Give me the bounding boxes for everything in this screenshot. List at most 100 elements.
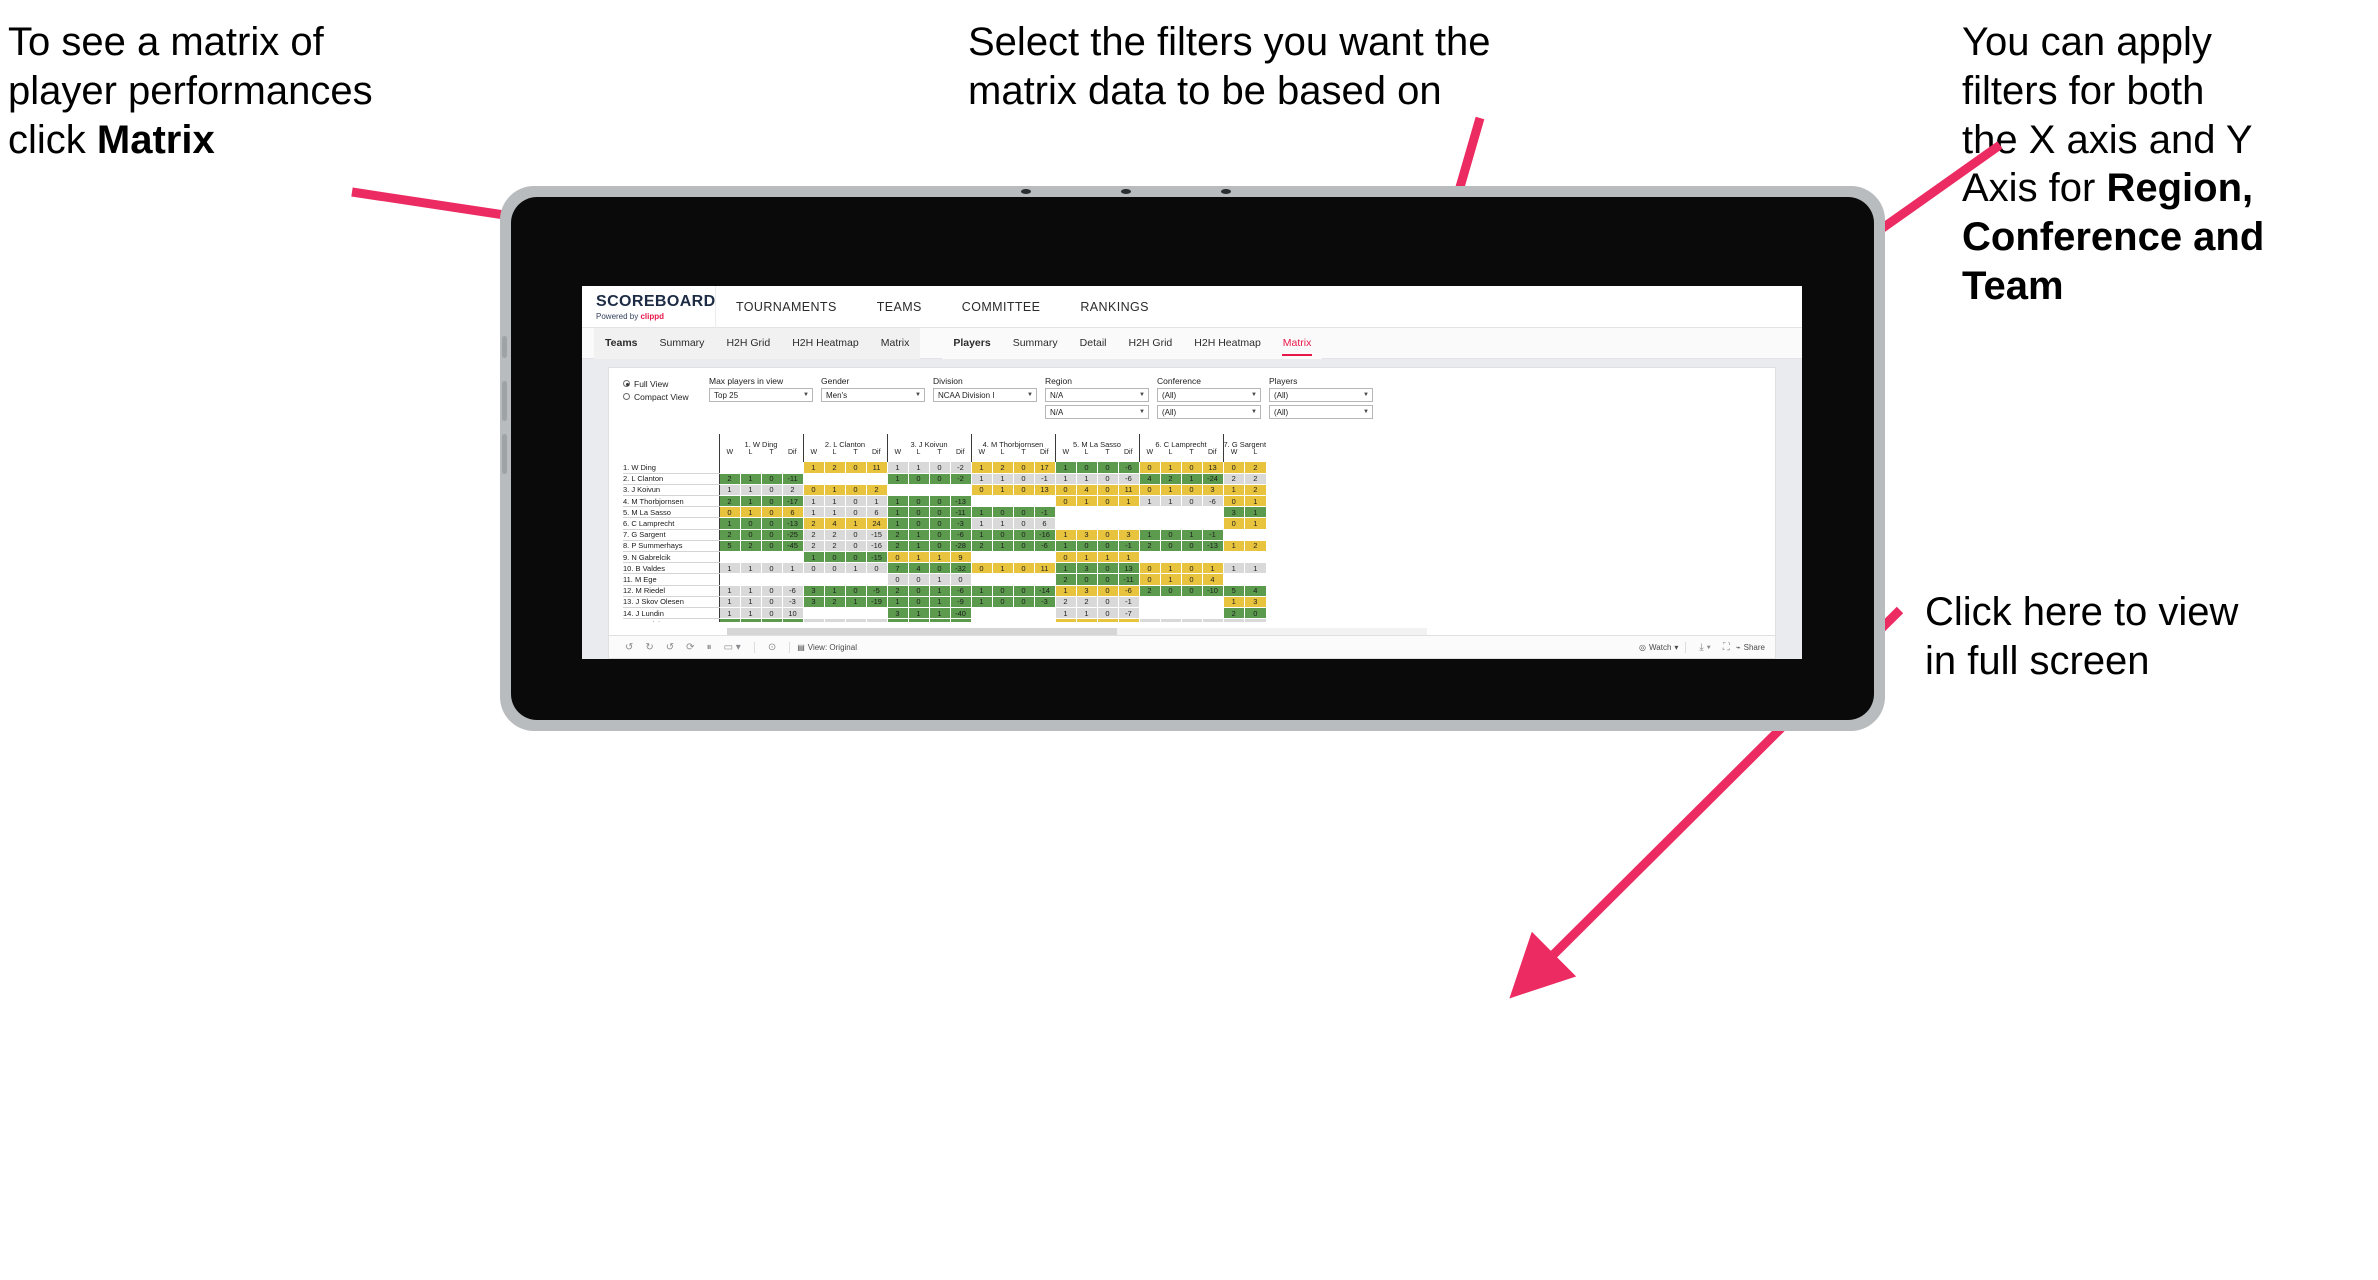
refresh-data-icon[interactable]: ⟳ — [680, 642, 700, 653]
matrix-cell[interactable]: 2 — [970, 540, 993, 553]
matrix-cell[interactable]: 0 — [1013, 517, 1035, 530]
matrix-cell[interactable]: 2 — [1076, 618, 1098, 622]
matrix-cell[interactable]: -13 — [950, 495, 972, 508]
matrix-cell[interactable] — [761, 551, 783, 564]
matrix-cell[interactable]: 6 — [782, 506, 804, 519]
matrix-cell[interactable] — [1160, 596, 1182, 608]
matrix-cell[interactable]: 4 — [824, 517, 846, 530]
undo-icon[interactable]: ↺ — [619, 642, 639, 653]
matrix-cell[interactable]: 24 — [866, 517, 888, 530]
matrix-cell[interactable]: -6 — [1202, 495, 1224, 508]
matrix-cell[interactable]: 0 — [1244, 607, 1267, 620]
subnav-players-detail[interactable]: Detail — [1069, 328, 1118, 359]
matrix-cell[interactable]: 0 — [761, 517, 783, 530]
matrix-cell[interactable] — [1013, 618, 1035, 622]
matrix-cell[interactable]: 1 — [1097, 551, 1119, 564]
matrix-cell[interactable]: -25 — [782, 529, 804, 541]
matrix-cell[interactable]: -2 — [950, 462, 972, 474]
matrix-cell[interactable] — [1034, 607, 1056, 620]
matrix-cell[interactable]: 3 — [1076, 529, 1098, 541]
matrix-cell[interactable]: 0 — [1181, 562, 1203, 575]
matrix-cell[interactable]: 0 — [761, 618, 783, 622]
matrix-cell[interactable]: 2 — [1244, 462, 1267, 474]
matrix-cell[interactable]: 0 — [1013, 462, 1035, 474]
matrix-cell[interactable]: 2 — [866, 484, 888, 497]
matrix-cell[interactable]: 2 — [1054, 573, 1077, 586]
matrix-cell[interactable]: 4 — [1076, 484, 1098, 497]
matrix-cell[interactable]: 1 — [1076, 473, 1098, 485]
matrix-cell[interactable]: 1 — [970, 506, 993, 519]
matrix-cell[interactable]: 0 — [992, 506, 1014, 519]
matrix-cell[interactable]: 1 — [908, 618, 930, 622]
matrix-cell[interactable]: 1 — [1160, 562, 1182, 575]
matrix-cell[interactable]: 0 — [908, 585, 930, 597]
matrix-cell[interactable]: -6 — [950, 529, 972, 541]
matrix-cell[interactable]: 1 — [718, 596, 741, 608]
matrix-cell[interactable]: 0 — [1013, 596, 1035, 608]
matrix-cell[interactable]: 1 — [1160, 495, 1182, 508]
matrix-cell[interactable] — [1118, 506, 1140, 519]
matrix-table-container[interactable]: 1. W Ding 2. L Clanton 3. J Koivun 4. M Tho… — [623, 434, 1767, 622]
matrix-cell[interactable]: 0 — [740, 517, 762, 530]
matrix-cell[interactable]: 1 — [1222, 562, 1246, 575]
matrix-cell[interactable]: 0 — [1076, 573, 1098, 586]
matrix-cell[interactable]: 1 — [886, 473, 909, 485]
matrix-cell[interactable]: 1 — [992, 484, 1014, 497]
matrix-cell[interactable]: 0 — [1181, 540, 1203, 553]
matrix-cell[interactable]: 0 — [886, 551, 909, 564]
matrix-cell[interactable]: 0 — [908, 495, 930, 508]
matrix-cell[interactable]: 0 — [866, 562, 888, 575]
matrix-cell[interactable] — [970, 573, 993, 586]
matrix-cell[interactable]: 1 — [1138, 529, 1161, 541]
matrix-cell[interactable]: 1 — [824, 618, 846, 622]
matrix-cell[interactable]: 1 — [1244, 495, 1267, 508]
matrix-cell[interactable]: 0 — [1054, 618, 1077, 622]
matrix-cell[interactable]: 1 — [1160, 573, 1182, 586]
matrix-cell[interactable] — [1013, 607, 1035, 620]
matrix-cell[interactable]: 0 — [929, 529, 951, 541]
matrix-cell[interactable]: 0 — [1160, 529, 1182, 541]
matrix-cell[interactable] — [802, 607, 825, 620]
matrix-cell[interactable]: 1 — [908, 607, 930, 620]
matrix-cell[interactable] — [929, 484, 951, 497]
matrix-cell[interactable]: 0 — [802, 562, 825, 575]
matrix-cell[interactable]: 1 — [1054, 607, 1077, 620]
matrix-cell[interactable]: 5 — [718, 540, 741, 553]
matrix-cell[interactable] — [1054, 517, 1077, 530]
matrix-cell[interactable]: 0 — [1138, 462, 1161, 474]
redo-icon[interactable]: ↻ — [639, 642, 659, 653]
matrix-cell[interactable] — [1097, 517, 1119, 530]
matrix-cell[interactable]: -15 — [866, 551, 888, 564]
matrix-cell[interactable] — [866, 573, 888, 586]
matrix-cell[interactable] — [970, 607, 993, 620]
matrix-cell[interactable]: 0 — [1138, 484, 1161, 497]
matrix-cell[interactable]: 0 — [1222, 517, 1246, 530]
matrix-cell[interactable]: 0 — [1097, 562, 1119, 575]
matrix-cell[interactable]: 0 — [761, 596, 783, 608]
matrix-cell[interactable] — [1181, 517, 1203, 530]
matrix-cell[interactable]: 1 — [740, 596, 762, 608]
matrix-cell[interactable]: 0 — [845, 495, 867, 508]
matrix-cell[interactable] — [740, 462, 762, 474]
matrix-cell[interactable] — [1013, 573, 1035, 586]
matrix-cell[interactable]: 0 — [1160, 540, 1182, 553]
matrix-cell[interactable]: 2 — [1138, 585, 1161, 597]
matrix-cell[interactable]: 0 — [970, 562, 993, 575]
matrix-cell[interactable]: 1 — [845, 562, 867, 575]
matrix-cell[interactable]: -6 — [1034, 540, 1056, 553]
matrix-cell[interactable]: 11 — [1118, 484, 1140, 497]
matrix-cell[interactable]: 1 — [824, 506, 846, 519]
matrix-cell[interactable]: -6 — [1118, 585, 1140, 597]
matrix-cell[interactable] — [824, 473, 846, 485]
matrix-cell[interactable]: 0 — [1222, 495, 1246, 508]
matrix-cell[interactable]: 0 — [929, 495, 951, 508]
matrix-cell[interactable]: -15 — [866, 529, 888, 541]
matrix-cell[interactable]: 4 — [1244, 585, 1267, 597]
topnav-item-rankings[interactable]: RANKINGS — [1060, 286, 1169, 328]
matrix-cell[interactable] — [970, 551, 993, 564]
matrix-cell[interactable]: 0 — [1076, 462, 1098, 474]
matrix-cell[interactable]: 0 — [1013, 540, 1035, 553]
matrix-cell[interactable]: -3 — [950, 517, 972, 530]
matrix-cell[interactable]: 0 — [761, 529, 783, 541]
matrix-cell[interactable]: 0 — [992, 585, 1014, 597]
